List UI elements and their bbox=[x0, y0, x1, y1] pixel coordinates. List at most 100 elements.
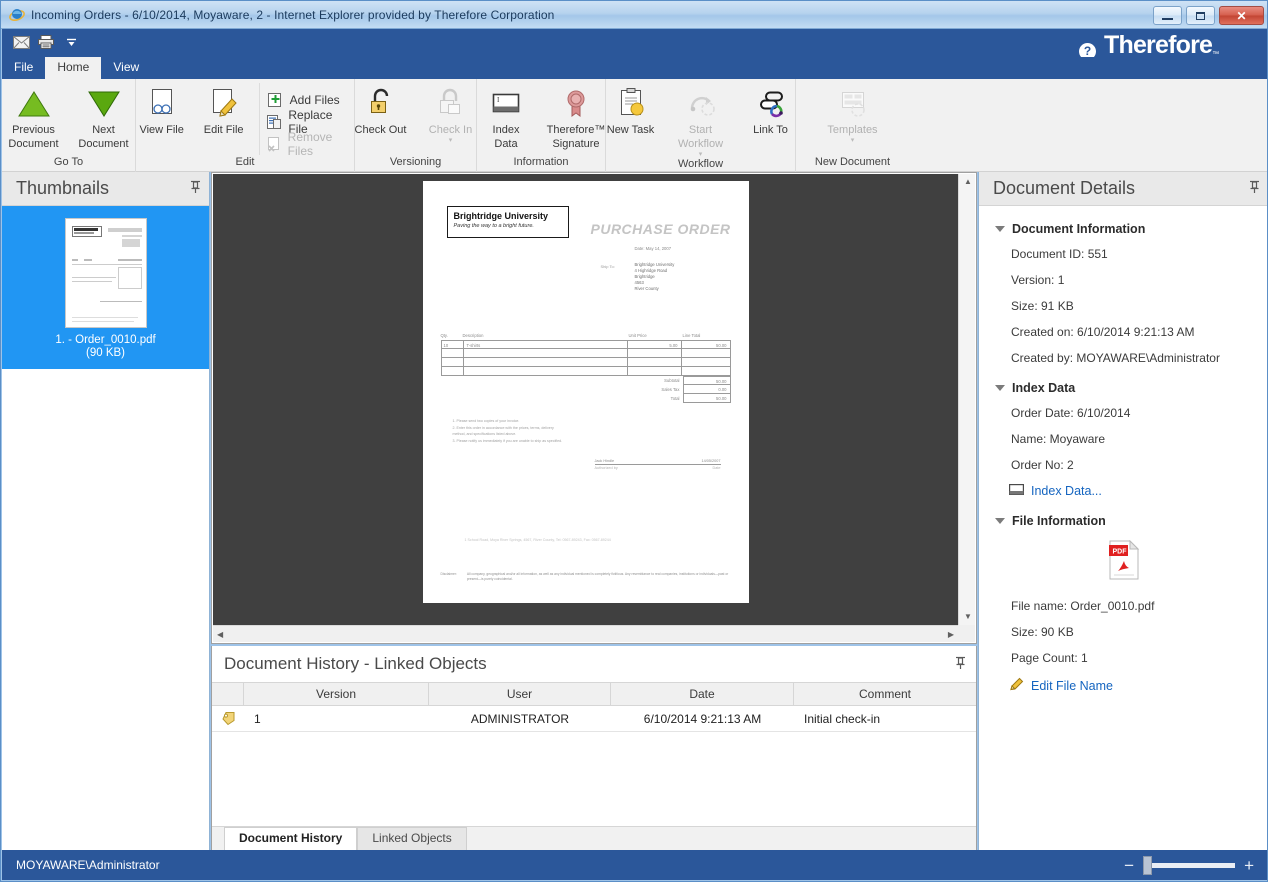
section-title: Document Information bbox=[1012, 222, 1145, 236]
thumbnail-preview bbox=[65, 218, 147, 328]
view-file-button[interactable]: View File bbox=[131, 83, 193, 136]
td-line-total: 50.00 bbox=[682, 341, 730, 348]
document-history-panel: Document History - Linked Objects Versio… bbox=[211, 646, 977, 851]
column-header-user[interactable]: User bbox=[429, 683, 611, 705]
remove-page-icon bbox=[266, 135, 282, 153]
doc-date-line: Date: May 14, 2007 bbox=[635, 246, 672, 251]
remove-files-label: Remove Files bbox=[288, 130, 351, 158]
ribbon-group-goto: Previous Document Next Document Go To bbox=[2, 79, 136, 172]
signature-name: Jack Hindle bbox=[595, 459, 615, 463]
section-document-information[interactable]: Document Information bbox=[993, 222, 1254, 236]
thumbnail-size: (90 KB) bbox=[86, 347, 125, 359]
column-header-icon[interactable] bbox=[212, 683, 244, 705]
doc-address-footer: 1 School Road, Moya River Springs, 4567,… bbox=[465, 538, 611, 542]
scroll-down-arrow-icon[interactable]: ▼ bbox=[964, 613, 972, 621]
collapse-triangle-icon[interactable] bbox=[995, 385, 1005, 391]
history-title: Document History - Linked Objects bbox=[224, 654, 487, 674]
tab-file[interactable]: File bbox=[2, 57, 45, 79]
edit-file-button[interactable]: Edit File bbox=[193, 83, 255, 136]
viewer-horizontal-scrollbar[interactable]: ◀ ▶ bbox=[213, 625, 958, 642]
remove-files-button[interactable]: Remove Files bbox=[264, 133, 356, 155]
ribbon-group-edit: View File Edit File bbox=[136, 79, 355, 172]
app-header-bar: ? Therefore ™ PEOPLE PROCESS INFORMATION bbox=[2, 29, 1268, 57]
doc-notes: 1. Please send two copies of your invoic… bbox=[453, 418, 563, 444]
ribbon-group-goto-label: Go To bbox=[8, 156, 129, 172]
collapse-triangle-icon[interactable] bbox=[995, 226, 1005, 232]
check-out-label: Check Out bbox=[355, 124, 407, 136]
customize-qat-icon[interactable] bbox=[62, 33, 80, 51]
scroll-left-arrow-icon[interactable]: ◀ bbox=[217, 631, 223, 639]
pdf-file-icon: PDF bbox=[1107, 540, 1141, 585]
chevron-down-icon[interactable]: ▾ bbox=[851, 137, 855, 144]
doc-company: Brightridge University bbox=[454, 211, 562, 221]
add-files-label: Add Files bbox=[290, 93, 340, 107]
detail-order-no: Order No: 2 bbox=[1011, 458, 1254, 472]
status-bar: MOYAWARE\Administrator − + bbox=[2, 850, 1268, 880]
glasses-page-icon bbox=[146, 86, 178, 122]
pin-icon[interactable] bbox=[190, 180, 201, 197]
details-title: Document Details bbox=[993, 178, 1135, 199]
tab-home[interactable]: Home bbox=[45, 57, 101, 79]
collapse-triangle-icon[interactable] bbox=[995, 518, 1005, 524]
index-data-link[interactable]: Index Data... bbox=[1009, 484, 1254, 498]
zoom-slider[interactable] bbox=[1143, 863, 1235, 868]
ribbon-group-new-document-label: New Document bbox=[802, 156, 903, 172]
edit-file-name-link[interactable]: Edit File Name bbox=[1009, 677, 1254, 695]
section-file-information[interactable]: File Information bbox=[993, 514, 1254, 528]
send-mail-icon[interactable] bbox=[12, 33, 30, 51]
cell-user: ADMINISTRATOR bbox=[429, 706, 611, 731]
scroll-up-arrow-icon[interactable]: ▲ bbox=[964, 178, 972, 186]
thumbnails-title: Thumbnails bbox=[16, 178, 109, 199]
replace-page-icon bbox=[266, 113, 283, 131]
print-icon[interactable] bbox=[37, 33, 55, 51]
index-form-icon: I bbox=[490, 86, 522, 122]
doc-shipto-address: Brightridge University 4 Highridge Road … bbox=[635, 262, 675, 292]
column-header-comment[interactable]: Comment bbox=[794, 683, 976, 705]
zoom-in-button[interactable]: + bbox=[1244, 857, 1254, 874]
tab-view[interactable]: View bbox=[101, 57, 151, 79]
link-to-button[interactable]: Link To bbox=[736, 83, 806, 136]
triangle-down-green-icon bbox=[87, 86, 121, 122]
next-document-label-1: Next bbox=[92, 124, 115, 136]
ribbon-seal-icon bbox=[561, 86, 591, 122]
doc-tagline: Paving the way to a bright future. bbox=[454, 223, 562, 229]
totals-row: Sales Tax 0.00 bbox=[441, 385, 731, 394]
column-header-version[interactable]: Version bbox=[244, 683, 429, 705]
pin-icon[interactable] bbox=[955, 656, 966, 673]
detail-document-id: Document ID: 551 bbox=[1011, 247, 1254, 261]
detail-file-name: File name: Order_0010.pdf bbox=[1011, 599, 1254, 613]
ribbon-group-information-label: Information bbox=[483, 156, 599, 172]
viewer-vertical-scrollbar[interactable]: ▲ ▼ bbox=[958, 174, 975, 625]
scroll-right-arrow-icon[interactable]: ▶ bbox=[948, 631, 954, 639]
section-title: Index Data bbox=[1012, 381, 1075, 395]
close-button[interactable]: ✕ bbox=[1219, 6, 1264, 25]
start-workflow-button[interactable]: Start Workflow ▾ bbox=[666, 83, 736, 158]
new-task-button[interactable]: New Task bbox=[596, 83, 666, 136]
column-header-date[interactable]: Date bbox=[611, 683, 794, 705]
zoom-control: − + bbox=[1124, 850, 1254, 880]
detail-order-date: Order Date: 6/10/2014 bbox=[1011, 406, 1254, 420]
templates-button[interactable]: Templates ▾ bbox=[818, 83, 888, 144]
check-out-button[interactable]: Check Out bbox=[346, 83, 416, 136]
pin-icon[interactable] bbox=[1249, 180, 1260, 197]
next-document-button[interactable]: Next Document bbox=[69, 83, 139, 150]
tab-document-history[interactable]: Document History bbox=[224, 827, 357, 850]
tab-linked-objects[interactable]: Linked Objects bbox=[357, 827, 466, 850]
list-item[interactable]: 1. - Order_0010.pdf (90 KB) bbox=[2, 206, 209, 369]
zoom-out-button[interactable]: − bbox=[1124, 857, 1134, 874]
clipboard-star-icon bbox=[616, 86, 646, 122]
templates-grid-icon bbox=[837, 86, 869, 122]
ribbon-group-information: I Index Data Therefore™ S bbox=[477, 79, 606, 172]
section-title: File Information bbox=[1012, 514, 1106, 528]
previous-document-button[interactable]: Previous Document bbox=[0, 83, 69, 150]
viewer-canvas[interactable]: Brightridge University Paving the way to… bbox=[213, 174, 958, 625]
maximize-button[interactable] bbox=[1186, 6, 1215, 25]
detail-page-count: Page Count: 1 bbox=[1011, 651, 1254, 665]
section-index-data[interactable]: Index Data bbox=[993, 381, 1254, 395]
zoom-slider-thumb[interactable] bbox=[1143, 856, 1152, 875]
index-data-button[interactable]: I Index Data bbox=[471, 83, 541, 150]
chevron-down-icon[interactable]: ▾ bbox=[449, 137, 453, 144]
minimize-button[interactable] bbox=[1153, 6, 1182, 25]
chevron-down-icon[interactable]: ▾ bbox=[699, 151, 703, 158]
table-row[interactable]: 1 ADMINISTRATOR 6/10/2014 9:21:13 AM Ini… bbox=[212, 706, 976, 732]
